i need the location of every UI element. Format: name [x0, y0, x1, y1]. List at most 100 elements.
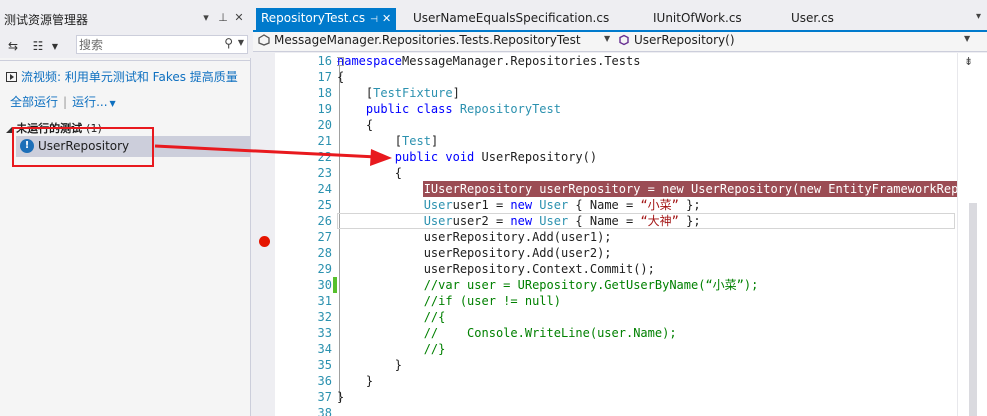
line-number: 37: [317, 390, 332, 404]
class-icon: [258, 34, 270, 46]
tab-label: IUnitOfWork.cs: [653, 11, 742, 25]
breakpoint-icon[interactable]: [259, 236, 270, 247]
code-line[interactable]: userRepository.Add(user1);: [337, 229, 612, 245]
code-token: user2 =: [452, 214, 511, 228]
tab-label: UserNameEqualsSpecification.cs: [413, 11, 610, 25]
code-line[interactable]: //var user = URepository.GetUserByName(“…: [337, 277, 759, 293]
dropdown-icon[interactable]: ▾: [199, 11, 213, 24]
tab-repositorytest[interactable]: RepositoryTest.cs ⊣ ✕: [256, 8, 397, 30]
pin-icon[interactable]: ⊥: [216, 11, 230, 24]
code-token: public void: [337, 150, 482, 164]
line-number: 17: [317, 70, 332, 84]
run-all-link[interactable]: 全部运行: [10, 95, 58, 109]
tab-iunitofwork[interactable]: IUnitOfWork.cs: [653, 8, 742, 30]
test-explorer-panel: 测试资源管理器 ▾ ⊥ ✕ ⇆ ☷ ▼ ⚲ ▼ 流视频: 利用单元测试和 Fak…: [0, 0, 251, 416]
search-input[interactable]: [79, 37, 219, 52]
line-number-margin: 16 17 18 19 20 21 22 23 24 25 26 27 28 29 30 31 32 33 34 35…: [275, 53, 337, 416]
code-token: [: [337, 134, 403, 148]
tab-overflow-icon[interactable]: ▾: [976, 11, 981, 22]
test-explorer-titlebar: 测试资源管理器 ▾ ⊥ ✕: [0, 0, 251, 36]
code-token: “大神”: [640, 214, 679, 228]
code-token: User: [337, 214, 453, 228]
code-line[interactable]: public void UserRepository(): [337, 149, 597, 165]
code-token: new: [510, 198, 540, 212]
line-number: 26: [317, 214, 332, 228]
scrollbar-thumb[interactable]: [969, 203, 977, 416]
code-line[interactable]: IUserRepository userRepository = new Use…: [337, 181, 957, 197]
editor-area: RepositoryTest.cs ⊣ ✕ UserNameEqualsSpecif…: [253, 0, 987, 416]
chevron-down-icon[interactable]: ▼: [964, 34, 970, 43]
pin-icon[interactable]: ⊣: [370, 15, 378, 25]
tab-label: RepositoryTest.cs: [261, 11, 366, 25]
code-line[interactable]: }: [337, 373, 373, 389]
indicator-margin[interactable]: [253, 53, 275, 416]
code-line[interactable]: }: [337, 389, 344, 405]
video-link[interactable]: 流视频: 利用单元测试和 Fakes 提高质量: [21, 70, 238, 84]
line-number: 32: [317, 310, 332, 324]
code-view[interactable]: − namespaceMessageManager.Repositories.T…: [337, 53, 957, 416]
vertical-scrollbar[interactable]: ⇟: [957, 53, 987, 416]
code-line[interactable]: [TestFixture]: [337, 85, 460, 101]
code-token: }: [337, 358, 403, 372]
line-number: 24: [317, 182, 332, 196]
code-token: Test: [402, 134, 431, 148]
search-options-dropdown-icon[interactable]: ▼: [238, 38, 244, 47]
run-actions: 全部运行 | 运行... ▼: [10, 93, 116, 109]
type-dropdown[interactable]: MessageManager.Repositories.Tests.Reposi…: [258, 33, 614, 51]
code-token: UserRepository(): [481, 150, 598, 164]
chevron-down-icon[interactable]: ▼: [50, 42, 60, 58]
video-link-row[interactable]: 流视频: 利用单元测试和 Fakes 提高质量: [6, 68, 246, 86]
code-line[interactable]: userRepository.Context.Commit();: [337, 261, 655, 277]
chevron-down-icon[interactable]: ▼: [110, 99, 116, 108]
line-number: 31: [317, 294, 332, 308]
code-token: [: [337, 86, 374, 100]
line-number: 20: [317, 118, 332, 132]
search-box[interactable]: ⚲ ▼: [76, 35, 248, 54]
run-tests-after-build-icon[interactable]: ⇆: [6, 39, 20, 55]
code-line[interactable]: [Test]: [337, 133, 438, 149]
code-line[interactable]: public class RepositoryTest: [337, 101, 561, 117]
code-line[interactable]: userRepository.Add(user2);: [337, 245, 612, 261]
code-token: { Name =: [568, 198, 641, 212]
code-token: };: [678, 214, 701, 228]
line-number: 25: [317, 198, 332, 212]
video-icon: [6, 71, 17, 82]
chevron-down-icon[interactable]: ▼: [604, 34, 610, 43]
split-window-icon[interactable]: ⇟: [964, 55, 973, 68]
code-token: // Console.WriteLine(user.Name);: [337, 326, 677, 340]
code-token: }: [337, 390, 345, 404]
code-line[interactable]: namespaceMessageManager.Repositories.Tes…: [337, 53, 640, 69]
code-token: userRepository.Add(user1);: [337, 230, 612, 244]
member-dropdown[interactable]: UserRepository() ▼: [618, 33, 973, 51]
code-token: user1 =: [452, 198, 511, 212]
code-token: };: [678, 198, 701, 212]
line-number: 35: [317, 358, 332, 372]
code-line[interactable]: }: [337, 357, 402, 373]
code-line[interactable]: Useruser2 = new User { Name = “大神” };: [337, 213, 701, 229]
line-number: 38: [317, 406, 332, 416]
line-number: 22: [317, 150, 332, 164]
run-link[interactable]: 运行...: [72, 95, 107, 109]
code-token: //{: [337, 310, 446, 324]
code-line[interactable]: Useruser1 = new User { Name = “小菜” };: [337, 197, 701, 213]
search-icon[interactable]: ⚲: [224, 36, 233, 50]
code-line[interactable]: // Console.WriteLine(user.Name);: [337, 325, 677, 341]
ide-window: 测试资源管理器 ▾ ⊥ ✕ ⇆ ☷ ▼ ⚲ ▼ 流视频: 利用单元测试和 Fak…: [0, 0, 987, 416]
close-icon[interactable]: ✕: [382, 12, 391, 25]
group-by-icon[interactable]: ☷: [30, 39, 46, 55]
code-line[interactable]: {: [337, 69, 344, 85]
code-line[interactable]: //if (user != null): [337, 293, 561, 309]
code-line[interactable]: {: [337, 117, 373, 133]
code-line[interactable]: //}: [337, 341, 446, 357]
member-label: UserRepository(): [634, 33, 735, 47]
line-number: 33: [317, 326, 332, 340]
close-icon[interactable]: ✕: [232, 11, 246, 24]
tab-user[interactable]: User.cs: [791, 8, 834, 30]
code-line[interactable]: {: [337, 165, 402, 181]
code-line[interactable]: //{: [337, 309, 446, 325]
line-number: 28: [317, 246, 332, 260]
tab-usernameequalsspecification[interactable]: UserNameEqualsSpecification.cs: [413, 8, 609, 30]
code-token: new: [510, 214, 540, 228]
code-token: {: [337, 118, 374, 132]
code-token: {: [337, 70, 345, 84]
